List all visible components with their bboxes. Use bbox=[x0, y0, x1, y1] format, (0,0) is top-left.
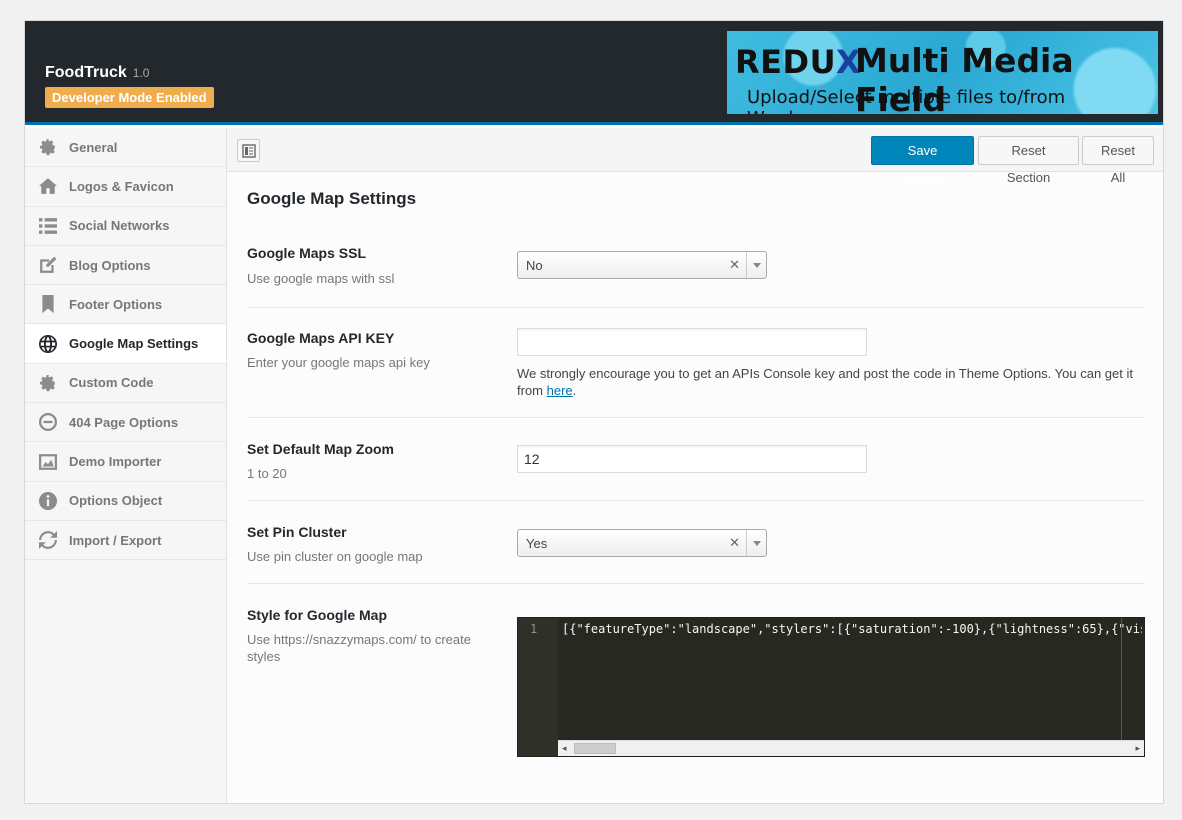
field-description: 1 to 20 bbox=[247, 466, 287, 481]
sidebar-item-custom-code[interactable]: Custom Code bbox=[25, 364, 226, 404]
ssl-select[interactable]: No ✕ bbox=[517, 251, 767, 279]
section-title: Google Map Settings bbox=[247, 189, 417, 208]
scrollbar-thumb[interactable] bbox=[574, 743, 616, 754]
sidebar-item-label: Logos & Favicon bbox=[69, 178, 174, 194]
reset-all-button[interactable]: Reset All bbox=[1082, 136, 1154, 185]
promo-banner[interactable]: REDUX Multi Media Field Upload/Select mu… bbox=[727, 31, 1158, 114]
sidebar-item-logos-favicon[interactable]: Logos & Favicon bbox=[25, 167, 226, 207]
field-label: Google Maps SSL bbox=[247, 245, 367, 261]
field-row-zoom: Set Default Map Zoom 1 to 20 bbox=[247, 418, 1144, 501]
app-version: 1.0 bbox=[132, 66, 150, 80]
sidebar-item-import-export[interactable]: Import / Export bbox=[25, 521, 226, 561]
sidebar-item-label: General bbox=[69, 139, 118, 155]
select-value: Yes bbox=[526, 536, 548, 551]
clear-icon[interactable]: ✕ bbox=[729, 257, 740, 273]
field-note: We strongly encourage you to get an APIs… bbox=[517, 366, 1133, 398]
minus-circle-icon bbox=[39, 413, 57, 432]
sidebar-item-general[interactable]: General bbox=[25, 128, 226, 168]
api-key-link[interactable]: here bbox=[547, 383, 573, 398]
app-title: FoodTruck 1.0 bbox=[45, 64, 149, 82]
field-description: Use google maps with ssl bbox=[247, 271, 395, 286]
options-panel: FoodTruck 1.0 Developer Mode Enabled REDU… bbox=[24, 20, 1164, 804]
print-margin bbox=[1121, 618, 1122, 740]
line-number: 1 bbox=[530, 622, 538, 636]
field-label: Style for Google Map bbox=[247, 607, 388, 623]
field-label: Google Maps API KEY bbox=[247, 330, 395, 346]
api-key-input[interactable] bbox=[517, 328, 867, 356]
chevron-down-icon[interactable] bbox=[746, 530, 766, 556]
field-row-api-key: Google Maps API KEY Enter your google ma… bbox=[247, 308, 1144, 418]
select-value: No bbox=[526, 258, 543, 273]
sidebar-item-options-object[interactable]: Options Object bbox=[25, 482, 226, 521]
edit-icon bbox=[39, 256, 57, 274]
banner-subtitle: Upload/Select multiple files to/from Wor… bbox=[747, 87, 1066, 114]
sidebar-item-blog-options[interactable]: Blog Options bbox=[25, 246, 226, 286]
reset-section-button[interactable]: Reset Section bbox=[978, 136, 1079, 185]
sidebar-item-label: Footer Options bbox=[69, 296, 163, 312]
home-icon bbox=[39, 177, 57, 195]
field-label: Set Pin Cluster bbox=[247, 524, 347, 540]
sidebar-item-social-networks[interactable]: Social Networks bbox=[25, 207, 226, 246]
sidebar-item-label: 404 Page Options bbox=[69, 414, 179, 430]
sidebar-item-label: Demo Importer bbox=[69, 454, 162, 470]
chevron-down-icon[interactable] bbox=[746, 252, 766, 278]
sidebar-item-label: Import / Export bbox=[69, 532, 162, 548]
app-name: FoodTruck bbox=[45, 64, 127, 81]
code-text[interactable]: [{"featureType":"landscape","stylers":[{… bbox=[562, 622, 1142, 636]
sidebar-item-label: Blog Options bbox=[69, 257, 151, 273]
expand-toggle-button[interactable] bbox=[237, 139, 260, 162]
sidebar-item-label: Custom Code bbox=[69, 375, 154, 391]
map-style-code-editor[interactable]: 1 [{"featureType":"landscape","stylers":… bbox=[517, 617, 1145, 757]
sidebar-item-demo-importer[interactable]: Demo Importer bbox=[25, 442, 226, 482]
bookmark-icon bbox=[39, 295, 57, 314]
header: FoodTruck 1.0 Developer Mode Enabled REDU… bbox=[25, 21, 1163, 125]
pin-cluster-select[interactable]: Yes ✕ bbox=[517, 529, 767, 557]
sidebar-item-404-page-options[interactable]: 404 Page Options bbox=[25, 403, 226, 443]
field-description: Use https://snazzymaps.com/ to create st… bbox=[247, 632, 471, 664]
field-label: Set Default Map Zoom bbox=[247, 441, 395, 457]
sidebar-item-label: Social Networks bbox=[69, 218, 170, 234]
zoom-input[interactable] bbox=[517, 445, 867, 473]
gear-icon bbox=[39, 138, 57, 156]
save-changes-button[interactable]: Save Changes bbox=[871, 136, 974, 185]
developer-mode-badge: Developer Mode Enabled bbox=[45, 87, 214, 108]
banner-brand: REDUX bbox=[735, 43, 862, 81]
field-description: Use pin cluster on google map bbox=[247, 549, 423, 564]
clear-icon[interactable]: ✕ bbox=[729, 535, 740, 551]
expand-icon bbox=[241, 143, 256, 158]
refresh-icon bbox=[39, 531, 57, 550]
field-row-pin-cluster: Set Pin Cluster Use pin cluster on googl… bbox=[247, 501, 1144, 584]
sidebar-item-footer-options[interactable]: Footer Options bbox=[25, 285, 226, 325]
sidebar-item-label: Google Map Settings bbox=[69, 336, 199, 352]
code-gutter: 1 bbox=[518, 618, 558, 756]
field-description: Enter your google maps api key bbox=[247, 355, 430, 370]
info-icon bbox=[39, 491, 57, 510]
sidebar: General Logos & Favicon Social Networks … bbox=[25, 128, 227, 803]
globe-icon bbox=[39, 334, 57, 353]
field-row-ssl: Google Maps SSL Use google maps with ssl… bbox=[247, 243, 1144, 308]
sidebar-item-label: Options Object bbox=[69, 493, 163, 509]
scroll-left-icon[interactable]: ◂ bbox=[562, 743, 567, 754]
sidebar-item-google-map-settings[interactable]: Google Map Settings bbox=[25, 324, 226, 364]
horizontal-scrollbar[interactable]: ◂ ▸ bbox=[558, 740, 1144, 756]
gear-icon bbox=[39, 374, 57, 392]
scroll-right-icon[interactable]: ▸ bbox=[1135, 743, 1140, 754]
toolbar: Save Changes Reset Section Reset All bbox=[227, 128, 1163, 185]
image-icon bbox=[39, 453, 57, 471]
list-icon bbox=[39, 217, 57, 235]
